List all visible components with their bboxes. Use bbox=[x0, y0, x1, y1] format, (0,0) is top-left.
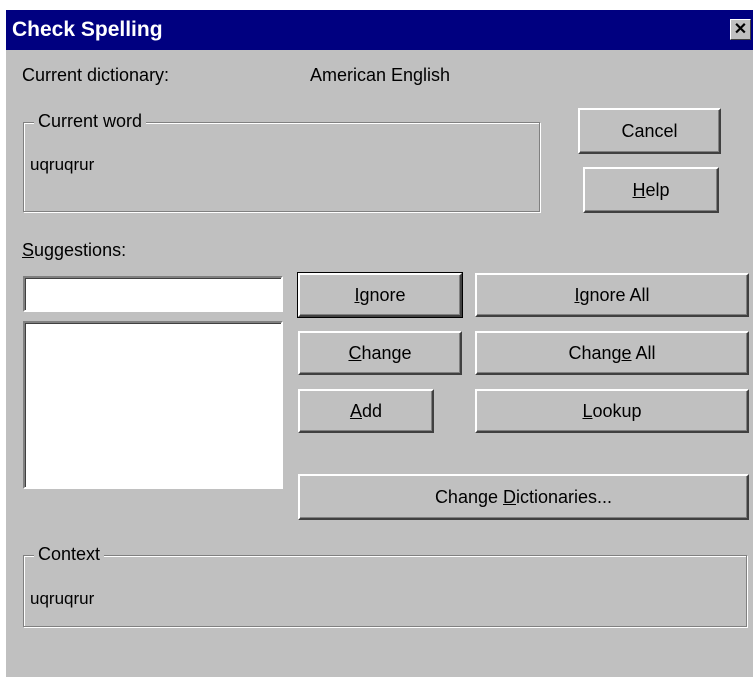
suggestions-list[interactable] bbox=[23, 321, 283, 489]
add-button[interactable]: Add bbox=[298, 389, 434, 433]
ignore-all-button-label: Ignore All bbox=[574, 284, 650, 305]
lookup-button-label: Lookup bbox=[582, 400, 642, 421]
current-dictionary-value: American English bbox=[310, 65, 451, 85]
change-all-button-label: Change All bbox=[568, 342, 656, 363]
context-legend: Context bbox=[34, 544, 105, 565]
cancel-button[interactable]: Cancel bbox=[578, 108, 721, 154]
close-icon: ✕ bbox=[733, 20, 748, 38]
current-word-value: uqruqrur bbox=[30, 155, 95, 174]
change-dictionaries-button[interactable]: Change Dictionaries... bbox=[298, 474, 749, 520]
current-word-group: Current word uqruqrur bbox=[23, 111, 540, 212]
help-button-label: Help bbox=[632, 179, 670, 200]
suggestion-input[interactable] bbox=[23, 276, 283, 312]
title-bar: Check Spelling ✕ bbox=[6, 10, 753, 50]
add-button-label: Add bbox=[349, 400, 383, 421]
help-button[interactable]: Help bbox=[583, 167, 719, 213]
dialog-title: Check Spelling bbox=[12, 18, 163, 41]
change-dictionaries-button-label: Change Dictionaries... bbox=[434, 486, 613, 507]
current-dictionary-label: Current dictionary: bbox=[22, 65, 170, 85]
change-button-label: Change bbox=[348, 342, 412, 363]
close-button[interactable]: ✕ bbox=[730, 19, 751, 40]
change-button[interactable]: Change bbox=[298, 331, 462, 375]
change-all-button[interactable]: Change All bbox=[475, 331, 749, 375]
context-value: uqruqrur bbox=[30, 589, 95, 608]
suggestions-label: Suggestions: bbox=[22, 240, 127, 260]
ignore-button-label: Ignore bbox=[354, 284, 406, 305]
lookup-button[interactable]: Lookup bbox=[475, 389, 749, 433]
ignore-all-button[interactable]: Ignore All bbox=[475, 273, 749, 317]
ignore-button[interactable]: Ignore bbox=[297, 272, 463, 318]
current-word-legend: Current word bbox=[34, 111, 147, 132]
cancel-button-label: Cancel bbox=[621, 120, 678, 141]
check-spelling-dialog: Check Spelling ✕ Current dictionary: Ame… bbox=[6, 10, 753, 677]
context-group: Context uqruqrur bbox=[23, 544, 747, 627]
